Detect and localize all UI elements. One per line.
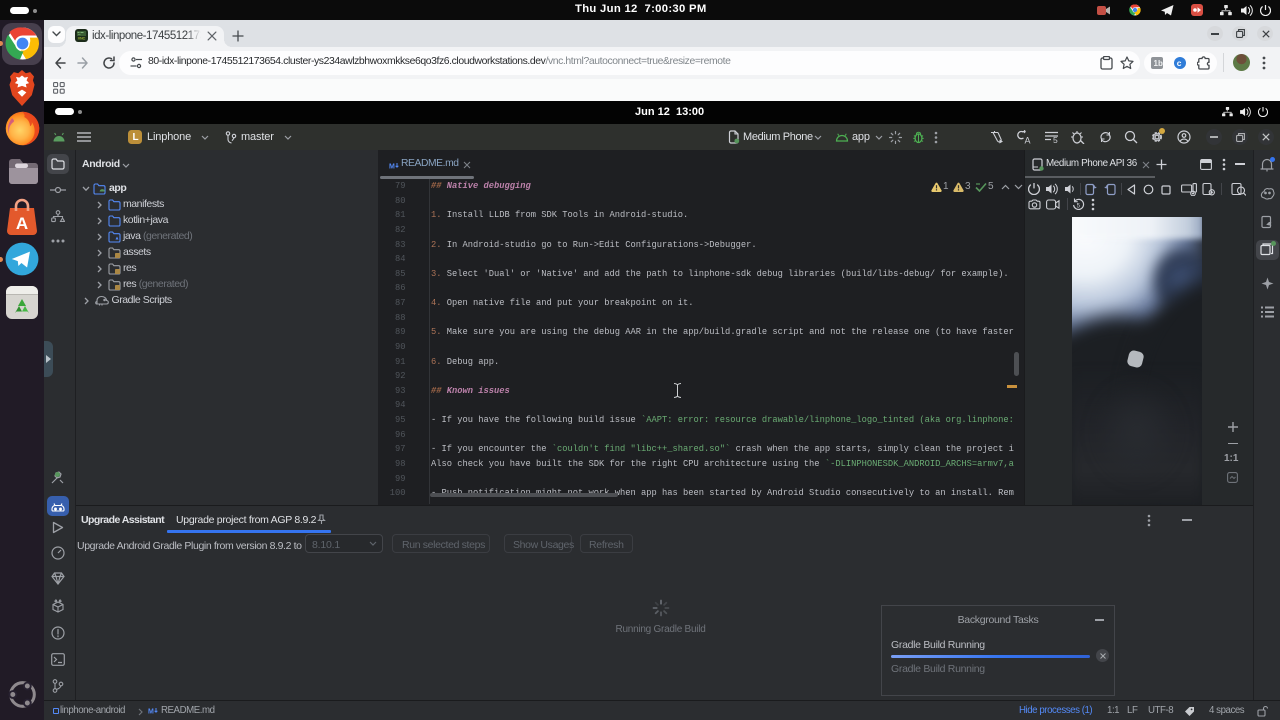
svg-text:5: 5 (1053, 135, 1058, 143)
svg-text:5: 5 (1077, 203, 1081, 209)
svg-text:M: M (389, 164, 395, 171)
svg-text:M: M (148, 709, 154, 716)
svg-text:VNC: VNC (78, 37, 86, 41)
svg-text:A: A (1025, 136, 1031, 145)
svg-text:A: A (16, 214, 28, 233)
